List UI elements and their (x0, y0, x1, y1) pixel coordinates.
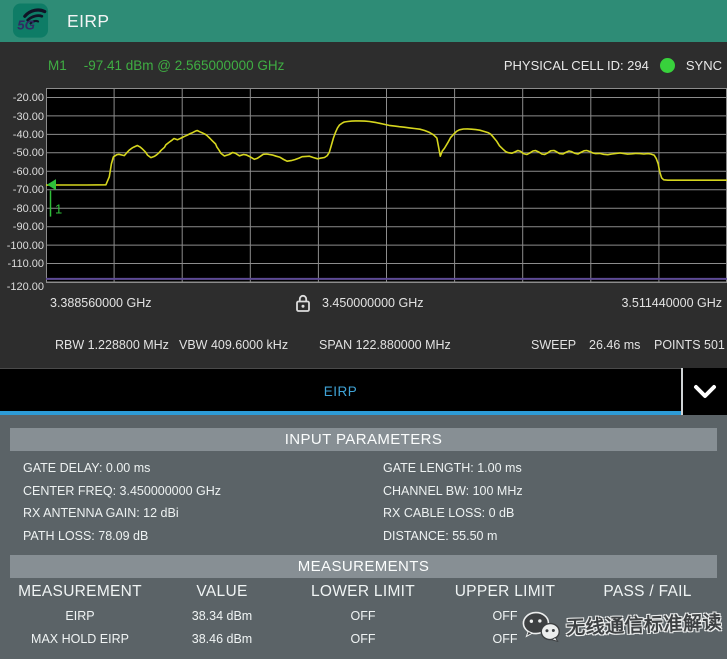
sync-label: SYNC (686, 58, 722, 73)
span-lock-icon[interactable] (294, 293, 312, 313)
y-tick-label: -40.00 (0, 128, 44, 142)
physical-cell-id: PHYSICAL CELL ID: 294 (504, 58, 649, 73)
input-parameters-header: INPUT PARAMETERS (10, 428, 717, 451)
rx-antenna-gain-value: RX ANTENNA GAIN: 12 dBi (23, 502, 179, 524)
rbw-readout: RBW 1.228800 MHz (55, 338, 169, 352)
col-measurement: MEASUREMENT (8, 583, 152, 601)
marker-label: M1 (48, 58, 67, 73)
y-tick-label: -100.00 (0, 239, 44, 253)
y-tick-label: -50.00 (0, 146, 44, 160)
y-tick-label: -20.00 (0, 91, 44, 105)
max-hold-eirp-upper: OFF (434, 632, 576, 646)
col-upper-limit: UPPER LIMIT (434, 583, 576, 601)
stop-frequency-label: 3.511440000 GHz (621, 296, 722, 310)
svg-text:5G: 5G (17, 18, 35, 33)
5g-app-icon: 5G (12, 3, 49, 39)
distance-value: DISTANCE: 55.50 m (383, 525, 497, 547)
y-tick-label: -30.00 (0, 110, 44, 124)
points-readout: POINTS 501 (654, 338, 725, 352)
max-hold-eirp-name: MAX HOLD EIRP (8, 632, 152, 646)
path-loss-value: PATH LOSS: 78.09 dB (23, 525, 148, 547)
y-tick-label: -80.00 (0, 202, 44, 216)
sync-indicator-icon (660, 58, 675, 73)
center-frequency-label: 3.450000000 GHz (322, 296, 423, 310)
eirp-name: EIRP (8, 609, 152, 623)
page-title: EIRP (67, 0, 109, 42)
measurements-header: MEASUREMENTS (10, 555, 717, 578)
max-hold-eirp-lower: OFF (292, 632, 434, 646)
gate-delay-value: GATE DELAY: 0.00 ms (23, 457, 150, 479)
eirp-lower: OFF (292, 609, 434, 623)
col-lower-limit: LOWER LIMIT (292, 583, 434, 601)
col-pass-fail: PASS / FAIL (576, 583, 719, 601)
channel-bw-value: CHANNEL BW: 100 MHz (383, 480, 523, 502)
y-tick-label: -70.00 (0, 183, 44, 197)
rx-cable-loss-value: RX CABLE LOSS: 0 dB (383, 502, 514, 524)
cell-sync-status: PHYSICAL CELL ID: 294 SYNC (504, 42, 722, 88)
vbw-readout: VBW 409.6000 kHz (179, 338, 288, 352)
spectrum-plot[interactable]: 1 (46, 88, 727, 283)
max-hold-eirp-value: 38.46 dBm (152, 632, 292, 646)
tab-eirp[interactable]: EIRP (0, 368, 681, 415)
eirp-measurement-screen: 5G EIRP M1 -97.41 dBm @ 2.565000000 GHz … (0, 0, 727, 659)
y-tick-label: -120.00 (0, 280, 44, 294)
eirp-value: 38.34 dBm (152, 609, 292, 623)
center-freq-value: CENTER FREQ: 3.450000000 GHz (23, 480, 221, 502)
sweep-label: SWEEP (531, 338, 576, 352)
marker-readout: M1 -97.41 dBm @ 2.565000000 GHz (48, 42, 284, 88)
start-frequency-label: 3.388560000 GHz (50, 296, 151, 310)
collapse-panel-button[interactable] (681, 368, 727, 415)
marker-status-bar: M1 -97.41 dBm @ 2.565000000 GHz PHYSICAL… (0, 42, 727, 88)
chevron-down-icon (692, 383, 718, 401)
span-readout: SPAN 122.880000 MHz (319, 338, 451, 352)
svg-text:1: 1 (55, 202, 62, 217)
marker-value: -97.41 dBm @ 2.565000000 GHz (84, 58, 285, 73)
gate-length-value: GATE LENGTH: 1.00 ms (383, 457, 522, 479)
y-tick-label: -60.00 (0, 165, 44, 179)
y-tick-label: -110.00 (0, 257, 44, 271)
sweep-time-readout: 26.46 ms (589, 338, 640, 352)
col-value: VALUE (152, 583, 292, 601)
y-tick-label: -90.00 (0, 220, 44, 234)
title-bar: 5G EIRP (0, 0, 727, 42)
eirp-upper: OFF (434, 609, 576, 623)
